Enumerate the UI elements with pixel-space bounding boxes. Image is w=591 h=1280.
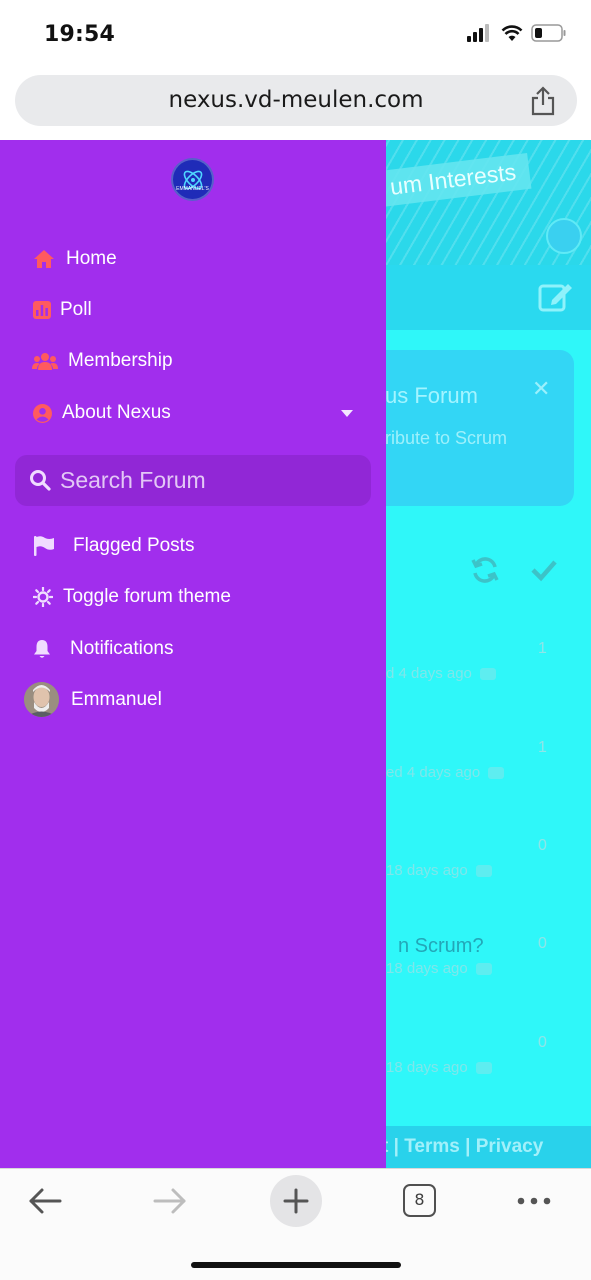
sun-icon [33, 587, 53, 607]
edit-icon[interactable] [538, 280, 574, 314]
status-bar: 19:54 [0, 0, 591, 70]
address-bar[interactable]: nexus.vd-meulen.com [15, 75, 577, 126]
topic-meta-text: 18 days ago [386, 862, 468, 879]
home-icon [33, 249, 55, 269]
nav-item-notifications[interactable]: Notifications [0, 627, 386, 671]
share-icon[interactable] [529, 85, 557, 117]
side-drawer: EMMANUEL'S Home Poll Membership About Ne… [0, 140, 386, 1168]
check-icon[interactable] [530, 557, 558, 583]
notice-title: us Forum [385, 383, 478, 408]
nav-label-flagged-posts: Flagged Posts [73, 535, 195, 556]
tabs-button[interactable]: 8 [403, 1184, 436, 1217]
bell-icon [33, 639, 51, 659]
nav-item-membership[interactable]: Membership [0, 339, 386, 383]
nav-label-membership: Membership [68, 350, 173, 371]
forward-icon[interactable] [152, 1186, 188, 1216]
status-time: 19:54 [44, 22, 116, 47]
user-circle-icon [33, 403, 52, 423]
battery-icon [531, 24, 566, 42]
nav-label-toggle-theme: Toggle forum theme [63, 586, 231, 607]
topic-count: 1 [538, 640, 547, 657]
meta-chip [479, 668, 496, 681]
nav-label-poll: Poll [60, 299, 92, 320]
url-text[interactable]: nexus.vd-meulen.com [15, 87, 577, 113]
nav-item-poll[interactable]: Poll [0, 288, 386, 332]
topic-row[interactable]: n Scrum? 18 days ago 0 [386, 935, 591, 995]
topic-meta: 18 days ago [386, 862, 492, 879]
meta-chip [475, 963, 492, 976]
topic-meta: d 4 days ago [386, 665, 496, 682]
topic-meta: ed 4 days ago [386, 764, 505, 781]
topic-count: 0 [538, 1034, 547, 1051]
topic-count: 1 [538, 739, 547, 756]
back-icon[interactable] [27, 1186, 63, 1216]
topic-meta-text: d 4 days ago [386, 665, 472, 682]
topic-title[interactable]: n Scrum? [398, 935, 484, 958]
nav-item-flagged-posts[interactable]: Flagged Posts [0, 524, 386, 568]
wifi-icon [501, 25, 523, 41]
nav-item-toggle-theme[interactable]: Toggle forum theme [0, 575, 386, 619]
logo-text: EMMANUEL'S [176, 186, 209, 192]
topic-meta: 18 days ago [386, 960, 492, 977]
topic-meta-text: 18 days ago [386, 960, 468, 977]
notice-close-icon[interactable]: ✕ [532, 376, 550, 402]
new-tab-button[interactable] [270, 1175, 322, 1227]
topic-row[interactable]: ed 4 days ago 1 [386, 739, 591, 799]
search-box[interactable] [15, 455, 371, 506]
header-logo [546, 218, 582, 254]
notice-subtitle: ribute to Scrum [385, 428, 508, 448]
nav-item-home[interactable]: Home [0, 237, 386, 281]
flag-icon [34, 536, 54, 556]
meta-chip [475, 865, 492, 878]
nav-label-profile: Emmanuel [71, 689, 162, 710]
topic-meta-text: ed 4 days ago [386, 764, 481, 781]
meta-chip [475, 1062, 492, 1075]
forum-logo[interactable]: EMMANUEL'S [171, 158, 214, 201]
status-icons [467, 24, 567, 42]
search-input[interactable] [60, 461, 360, 499]
nav-item-profile[interactable]: Emmanuel [0, 678, 386, 722]
nav-label-notifications: Notifications [70, 638, 174, 659]
nav-item-about-nexus[interactable]: About Nexus [0, 391, 386, 435]
plus-icon [283, 1188, 309, 1214]
signal-icon [467, 24, 489, 42]
avatar [24, 682, 59, 717]
nav-label-home: Home [66, 248, 117, 269]
topic-row[interactable]: 18 days ago 0 [386, 1034, 591, 1094]
topic-row[interactable]: d 4 days ago 1 [386, 640, 591, 700]
topic-count: 0 [538, 837, 547, 854]
more-icon[interactable] [517, 1197, 551, 1205]
search-icon [30, 470, 51, 491]
nav-label-about-nexus: About Nexus [62, 402, 171, 423]
refresh-icon[interactable] [470, 555, 500, 585]
topic-meta: 18 days ago [386, 1059, 492, 1076]
home-indicator[interactable] [191, 1262, 401, 1268]
topic-meta-text: 18 days ago [386, 1059, 468, 1076]
poll-icon [33, 301, 51, 319]
topic-row[interactable]: 18 days ago 0 [386, 837, 591, 897]
users-icon [32, 352, 58, 370]
footer-links[interactable]: t | Terms | Privacy [382, 1136, 543, 1158]
meta-chip [488, 767, 505, 780]
topic-count: 0 [538, 935, 547, 952]
chevron-down-icon[interactable] [341, 410, 353, 417]
